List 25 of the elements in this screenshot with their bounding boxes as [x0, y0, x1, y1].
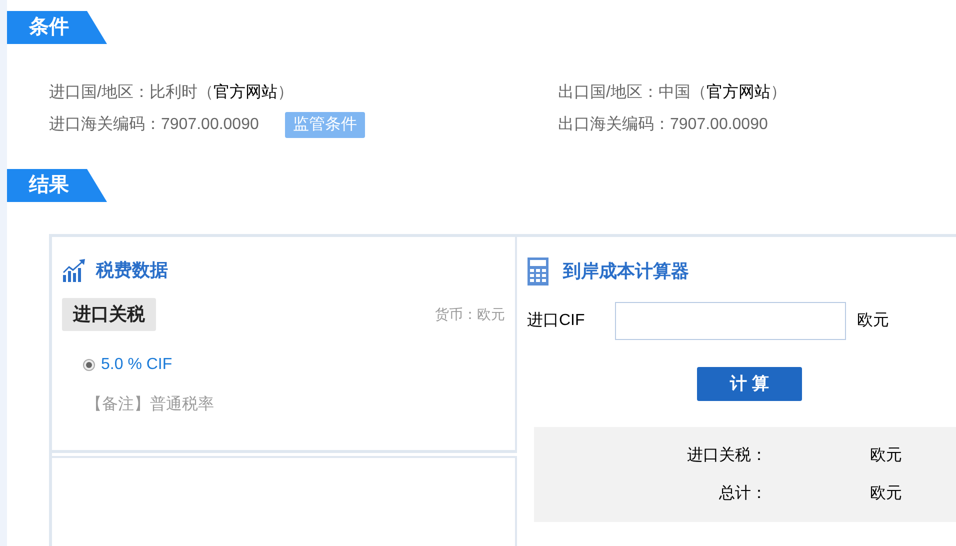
cif-label: 进口CIF: [527, 310, 586, 331]
condition-text: 进口国/地区：比利时（官方网站）: [49, 82, 294, 103]
unit-label: 欧元: [857, 311, 889, 331]
section-header: 结果: [7, 169, 107, 202]
growth-chart-icon: [62, 258, 86, 282]
calculator-icon: [527, 257, 549, 286]
panel-title: 税费数据: [96, 259, 168, 282]
currency-label: 货币：欧元: [435, 305, 505, 324]
rate-radio[interactable]: [83, 359, 95, 371]
result-unit: 欧元: [870, 446, 902, 466]
condition-text: 出口海关编码：7907.00.0090: [558, 114, 768, 135]
rate-text: 5.0 % CIF: [101, 355, 172, 375]
official-site-link[interactable]: 官方网站: [213, 84, 278, 101]
panel-title: 到岸成本计算器: [563, 260, 689, 283]
condition-text: 出口国/地区：中国（官方网站）: [558, 82, 786, 103]
note-text: 【备注】普通税率: [86, 394, 215, 415]
official-site-link[interactable]: 官方网站: [706, 84, 770, 101]
duty-tab[interactable]: 进口关税: [62, 298, 156, 331]
result-label: 进口关税：: [686, 446, 767, 466]
calculate-button[interactable]: 计 算: [697, 367, 802, 401]
section-header: 条件: [7, 11, 107, 44]
condition-text: 进口海关编码：7907.00.0090: [49, 114, 259, 135]
result-unit: 欧元: [870, 484, 902, 504]
cif-input[interactable]: [615, 302, 846, 340]
result-label: 总计：: [718, 484, 767, 504]
